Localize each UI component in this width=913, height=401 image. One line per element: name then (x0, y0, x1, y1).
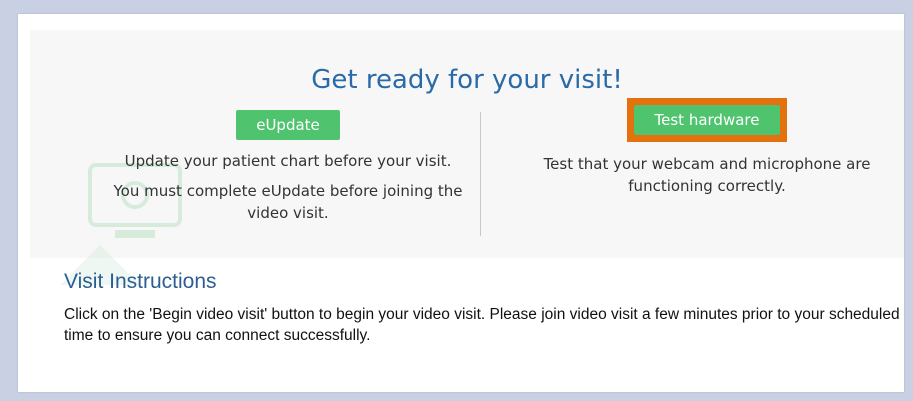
eupdate-button[interactable]: eUpdate (236, 110, 340, 140)
test-hardware-section: Test hardware Test that your webcam and … (510, 98, 904, 197)
eupdate-requirement: You must complete eUpdate before joining… (113, 182, 463, 222)
eupdate-description: Update your patient chart before your vi… (124, 152, 452, 170)
test-hardware-button[interactable]: Test hardware (634, 105, 780, 135)
instructions-text: Click on the 'Begin video visit' button … (64, 306, 900, 344)
page-title: Get ready for your visit! (311, 65, 623, 95)
highlight-box: Test hardware (627, 98, 787, 142)
ready-panel: Get ready for your visit! eUpdate Update… (30, 30, 904, 285)
eupdate-section: eUpdate Update your patient chart before… (78, 110, 498, 224)
test-hardware-description: Test that your webcam and microphone are… (543, 155, 871, 195)
column-divider (480, 112, 481, 236)
instructions-title: Visit Instructions (64, 270, 217, 293)
